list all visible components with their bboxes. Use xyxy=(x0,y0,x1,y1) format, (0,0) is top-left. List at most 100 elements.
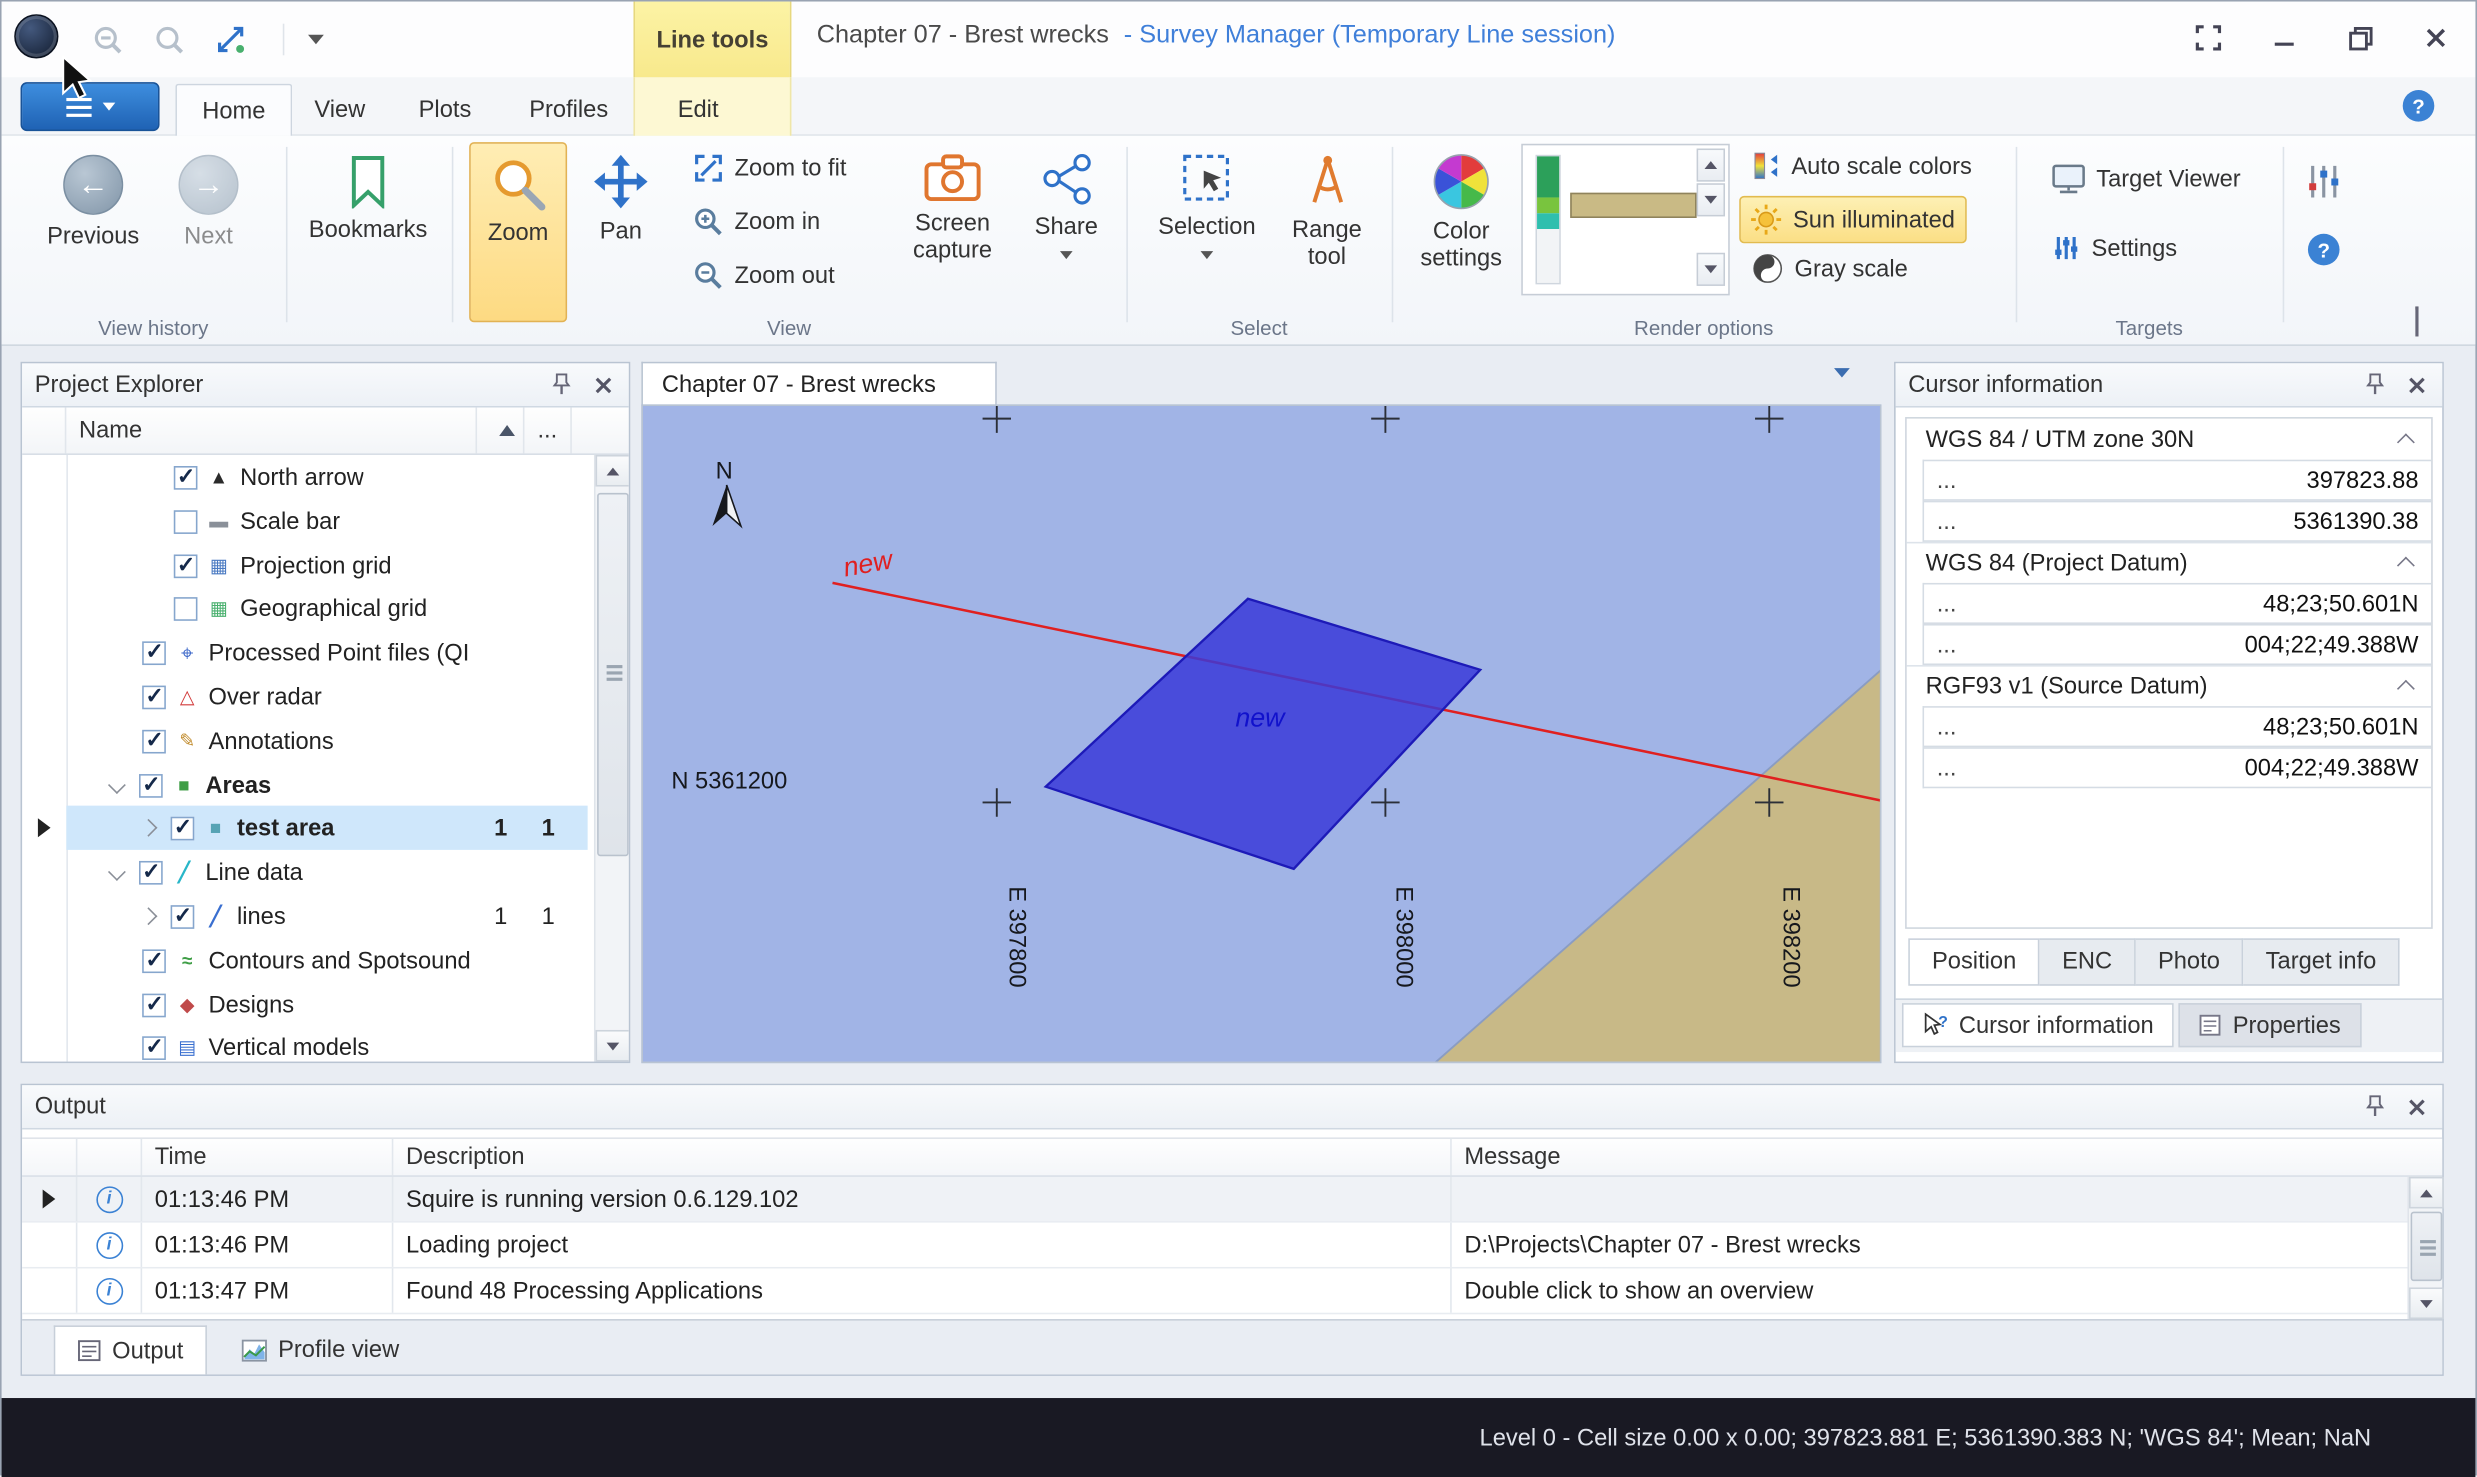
datum-section-utm[interactable]: WGS 84 / UTM zone 30N xyxy=(1907,419,2431,460)
datum-section-source[interactable]: RGF93 v1 (Source Datum) xyxy=(1907,665,2431,706)
checkbox-checked[interactable] xyxy=(142,729,166,753)
tree-item-geographical-grid[interactable]: Geographical grid xyxy=(66,586,587,630)
bookmarks-button[interactable]: Bookmarks xyxy=(299,144,438,244)
output-scrollbar[interactable] xyxy=(2407,1177,2442,1319)
qat-dropdown-icon[interactable] xyxy=(299,22,334,57)
name-column-header[interactable]: Name xyxy=(66,408,477,454)
auto-scale-colors-button[interactable]: Auto scale colors xyxy=(1742,148,1981,183)
tab-position[interactable]: Position xyxy=(1908,938,2040,985)
map-document-tab[interactable]: Chapter 07 - Brest wrecks xyxy=(641,362,996,406)
tree-item-processed-point-files[interactable]: Processed Point files (QI xyxy=(66,630,587,674)
scroll-thumb[interactable] xyxy=(2411,1212,2443,1282)
checkbox-checked[interactable] xyxy=(171,904,195,928)
output-tab[interactable]: Output xyxy=(54,1325,207,1374)
share-button[interactable]: Share xyxy=(1019,142,1114,259)
properties-tab[interactable]: Properties xyxy=(2179,1003,2361,1047)
zoom-to-fit-button[interactable]: Zoom to fit xyxy=(684,150,856,186)
close-icon[interactable] xyxy=(2404,372,2429,397)
tree-item-lines[interactable]: lines 1 1 xyxy=(66,894,587,938)
display-sliders-button[interactable] xyxy=(2305,163,2343,207)
restore-button[interactable] xyxy=(2343,21,2378,56)
output-row[interactable]: 01:13:46 PM Loading project D:\Projects\… xyxy=(22,1223,2407,1269)
minimize-button[interactable] xyxy=(2267,21,2302,56)
tree-item-line-data[interactable]: Line data xyxy=(66,850,587,894)
profile-view-tab[interactable]: Profile view xyxy=(220,1325,422,1374)
tree-item-north-arrow[interactable]: North arrow xyxy=(66,455,587,499)
scroll-thumb[interactable] xyxy=(597,493,629,856)
description-column-header[interactable]: Description xyxy=(393,1139,1451,1175)
checkbox-unchecked[interactable] xyxy=(174,596,198,620)
tab-list-dropdown[interactable] xyxy=(1834,378,1850,405)
scale-up-button[interactable] xyxy=(1697,148,1725,181)
app-logo-icon[interactable] xyxy=(14,14,58,58)
output-row[interactable]: 01:13:47 PM Found 48 Processing Applicat… xyxy=(22,1268,2407,1314)
tree-item-areas[interactable]: Areas xyxy=(66,763,587,807)
previous-button[interactable]: ← Previous xyxy=(33,144,153,250)
range-tool-button[interactable]: Range tool xyxy=(1272,142,1383,270)
scale-down-button[interactable] xyxy=(1697,183,1725,216)
expander-expanded-icon[interactable] xyxy=(108,863,126,881)
next-button[interactable]: → Next xyxy=(160,144,258,250)
tab-plots[interactable]: Plots xyxy=(393,84,496,136)
checkbox-checked[interactable] xyxy=(142,949,166,973)
ribbon-help-button[interactable] xyxy=(2308,234,2340,266)
checkbox-checked[interactable] xyxy=(139,860,163,884)
collapse-ribbon-button[interactable] xyxy=(2415,310,2418,337)
checkbox-checked[interactable] xyxy=(171,816,195,840)
tree-item-over-radar[interactable]: Over radar xyxy=(66,675,587,719)
checkbox-checked[interactable] xyxy=(142,641,166,665)
tab-enc[interactable]: ENC xyxy=(2040,938,2136,985)
time-column-header[interactable]: Time xyxy=(142,1139,393,1175)
fullscreen-button[interactable] xyxy=(2191,21,2226,56)
checkbox-checked[interactable] xyxy=(139,773,163,797)
expander-collapsed-icon[interactable] xyxy=(140,907,158,925)
tree-item-annotations[interactable]: Annotations xyxy=(66,719,587,763)
checkbox-checked[interactable] xyxy=(174,465,198,489)
pin-icon[interactable] xyxy=(551,373,572,397)
tree-item-test-area[interactable]: test area 1 1 xyxy=(66,806,587,850)
scroll-up-button[interactable] xyxy=(596,455,631,487)
tab-view[interactable]: View xyxy=(289,84,390,136)
checkbox-checked[interactable] xyxy=(142,685,166,709)
settings-button[interactable]: Settings xyxy=(2043,231,2187,266)
chevron-up-icon[interactable] xyxy=(2397,557,2415,575)
scroll-up-button[interactable] xyxy=(2409,1177,2444,1209)
tab-target-info[interactable]: Target info xyxy=(2244,938,2400,985)
zoom-out-button[interactable]: Zoom out xyxy=(684,257,844,293)
zoom-in-button[interactable]: Zoom in xyxy=(684,204,830,240)
sort-column-header[interactable] xyxy=(477,408,524,454)
pin-icon[interactable] xyxy=(2365,1095,2386,1119)
zoom-button[interactable]: Zoom xyxy=(469,142,567,322)
tab-profiles[interactable]: Profiles xyxy=(504,84,634,136)
more-column-header[interactable]: ... xyxy=(524,408,571,454)
scroll-down-button[interactable] xyxy=(596,1030,631,1062)
output-row[interactable]: 01:13:46 PM Squire is running version 0.… xyxy=(22,1177,2407,1223)
tab-home[interactable]: Home xyxy=(175,84,292,136)
color-scale-widget[interactable] xyxy=(1521,144,1730,296)
checkbox-checked[interactable] xyxy=(174,554,198,578)
tree-item-vertical-models[interactable]: Vertical models xyxy=(66,1025,587,1063)
tree-item-scale-bar[interactable]: Scale bar xyxy=(66,499,587,543)
target-viewer-button[interactable]: Target Viewer xyxy=(2043,161,2251,197)
pan-button[interactable]: Pan xyxy=(573,142,668,245)
sun-illuminated-button[interactable]: Sun illuminated xyxy=(1739,196,1966,243)
help-button[interactable] xyxy=(2403,90,2435,122)
map-canvas[interactable]: N new new N 5361200 E 397800 E 398000 E … xyxy=(641,404,1881,1063)
tree-item-projection-grid[interactable]: Projection grid xyxy=(66,543,587,587)
cursor-information-tab[interactable]: ? Cursor information xyxy=(1902,1003,2174,1047)
gray-scale-button[interactable]: Gray scale xyxy=(1742,250,1917,288)
qat-zoom-extents-icon[interactable] xyxy=(213,22,248,57)
close-button[interactable] xyxy=(2419,21,2454,56)
expander-expanded-icon[interactable] xyxy=(108,776,126,794)
datum-section-project[interactable]: WGS 84 (Project Datum) xyxy=(1907,542,2431,583)
tab-photo[interactable]: Photo xyxy=(2136,938,2244,985)
qat-zoom-out-icon[interactable] xyxy=(90,22,125,57)
selection-button[interactable]: Selection xyxy=(1145,142,1268,259)
checkbox-unchecked[interactable] xyxy=(174,509,198,533)
close-icon[interactable] xyxy=(591,372,616,397)
tree-scrollbar[interactable] xyxy=(594,455,629,1062)
tab-edit[interactable]: Edit xyxy=(652,84,743,136)
tree-item-designs[interactable]: Designs xyxy=(66,983,587,1027)
expander-collapsed-icon[interactable] xyxy=(140,819,158,837)
message-column-header[interactable]: Message xyxy=(1452,1139,2442,1175)
